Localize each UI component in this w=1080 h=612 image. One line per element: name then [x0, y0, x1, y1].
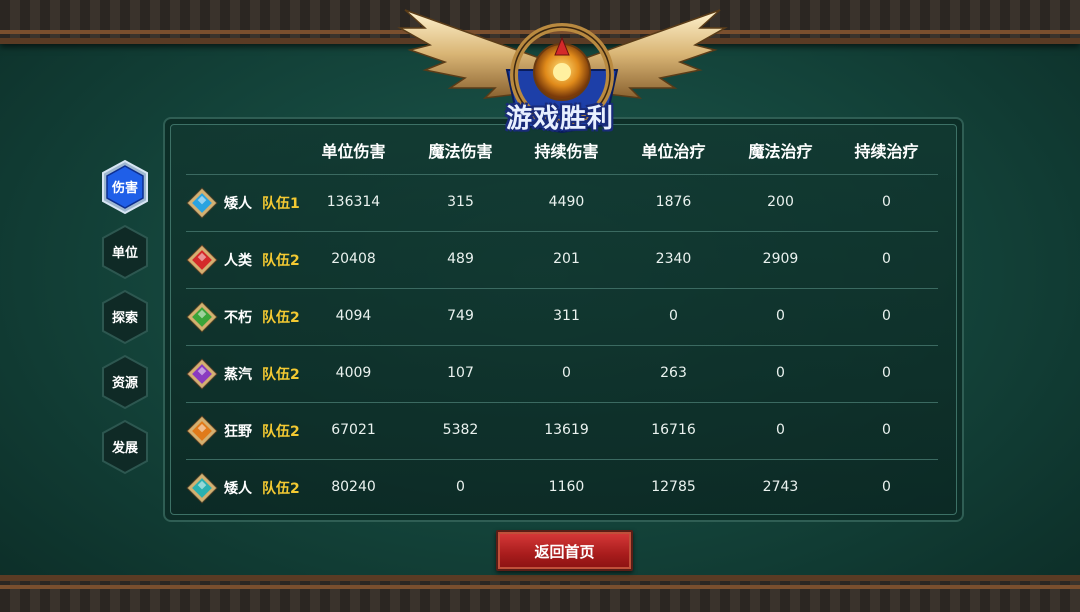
cell-magic-heal: 2909 — [762, 251, 799, 267]
cell-magic-heal: 0 — [776, 365, 785, 381]
cell-unit-heal: 12785 — [651, 479, 696, 495]
column-header-magic-heal: 魔法治疗 — [748, 142, 813, 161]
table-row: 矮人 队伍1 136314 315 4490 1876 200 0 — [186, 174, 938, 232]
table-row: 人类 队伍2 20408 489 201 2340 2909 0 — [186, 231, 938, 289]
cell-unit-damage: 67021 — [331, 422, 376, 438]
team-name: 队伍2 — [262, 481, 300, 497]
cell-unit-heal: 2340 — [655, 251, 692, 267]
tab-label: 单位 — [111, 246, 138, 261]
team-name: 队伍2 — [262, 310, 300, 326]
cell-magic-heal: 0 — [776, 308, 785, 324]
cell-unit-damage: 136314 — [326, 194, 381, 210]
cell-dot-damage: 13619 — [544, 422, 589, 438]
tab-label: 资源 — [111, 376, 138, 391]
team-name: 队伍2 — [262, 253, 300, 269]
race-name: 狂野 — [224, 424, 252, 440]
table-row: 蒸汽 队伍2 4009 107 0 263 0 0 — [186, 345, 938, 403]
column-header-magic-damage: 魔法伤害 — [428, 142, 493, 161]
victory-title: 游戏胜利 — [505, 104, 614, 134]
team-name: 队伍2 — [262, 424, 300, 440]
cell-hot-heal: 0 — [882, 479, 891, 495]
cell-magic-heal: 0 — [776, 422, 785, 438]
table-row: 狂野 队伍2 67021 5382 13619 16716 0 0 — [186, 402, 938, 460]
cell-dot-damage: 4490 — [548, 194, 585, 210]
gem-icon — [187, 359, 217, 389]
cell-hot-heal: 0 — [882, 194, 891, 210]
cell-unit-damage: 20408 — [331, 251, 376, 267]
column-header-unit-heal: 单位治疗 — [641, 142, 706, 161]
cell-hot-heal: 0 — [882, 365, 891, 381]
table-row: 不朽 队伍2 4094 749 311 0 0 0 — [186, 288, 938, 346]
cell-magic-damage: 0 — [456, 479, 465, 495]
cell-magic-damage: 5382 — [442, 422, 479, 438]
column-header-hot-heal: 持续治疗 — [854, 142, 919, 161]
cell-magic-damage: 749 — [447, 308, 474, 324]
cell-unit-heal: 0 — [669, 308, 678, 324]
cell-dot-damage: 311 — [553, 308, 580, 324]
cell-dot-damage: 1160 — [548, 479, 585, 495]
cell-hot-heal: 0 — [882, 422, 891, 438]
cell-magic-damage: 489 — [447, 251, 474, 267]
cell-hot-heal: 0 — [882, 251, 891, 267]
cell-dot-damage: 201 — [553, 251, 580, 267]
cell-hot-heal: 0 — [882, 308, 891, 324]
column-header-dot-damage: 持续伤害 — [534, 142, 599, 161]
team-name: 队伍1 — [262, 196, 300, 212]
cell-unit-damage: 4094 — [335, 308, 372, 324]
race-name: 矮人 — [224, 196, 252, 212]
tab-damage[interactable]: 伤害 — [100, 159, 150, 215]
cell-unit-damage: 4009 — [335, 365, 372, 381]
return-home-label: 返回首页 — [534, 543, 595, 561]
gem-icon — [187, 302, 217, 332]
tab-unit[interactable]: 单位 — [100, 224, 150, 280]
return-home-button[interactable]: 返回首页 — [496, 530, 633, 571]
cell-unit-heal: 263 — [660, 365, 687, 381]
tab-development[interactable]: 发展 — [100, 419, 150, 475]
cell-unit-heal: 1876 — [655, 194, 692, 210]
cell-magic-heal: 200 — [767, 194, 794, 210]
cell-unit-damage: 80240 — [331, 479, 376, 495]
team-name: 队伍2 — [262, 367, 300, 383]
table-row: 矮人 队伍2 80240 0 1160 12785 2743 0 — [186, 459, 938, 517]
gem-icon — [187, 188, 217, 218]
column-header-unit-damage: 单位伤害 — [321, 142, 386, 161]
cell-dot-damage: 0 — [562, 365, 571, 381]
cell-magic-damage: 107 — [447, 365, 474, 381]
tab-label: 探索 — [111, 311, 138, 326]
gem-icon — [187, 416, 217, 446]
gem-icon — [187, 473, 217, 503]
tab-label: 发展 — [111, 441, 138, 456]
race-name: 人类 — [224, 253, 252, 269]
tab-explore[interactable]: 探索 — [100, 289, 150, 345]
tab-label: 伤害 — [111, 181, 138, 196]
cell-magic-damage: 315 — [447, 194, 474, 210]
race-name: 蒸汽 — [224, 367, 252, 383]
tab-resource[interactable]: 资源 — [100, 354, 150, 410]
cell-magic-heal: 2743 — [762, 479, 799, 495]
bottom-border — [0, 575, 1080, 612]
race-name: 不朽 — [224, 310, 252, 326]
race-name: 矮人 — [224, 481, 252, 497]
cell-unit-heal: 16716 — [651, 422, 696, 438]
gem-icon — [187, 245, 217, 275]
